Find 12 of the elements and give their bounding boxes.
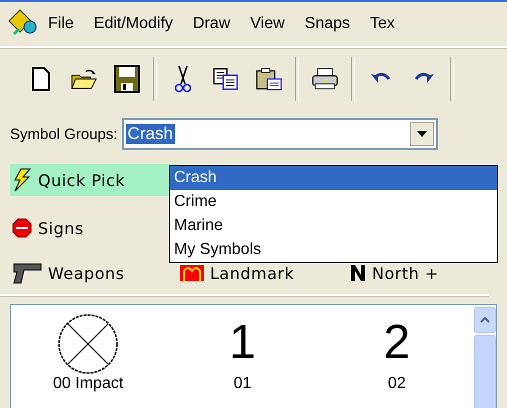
- category-label: Landmark: [210, 264, 294, 282]
- symbol-glyph: 2: [383, 315, 410, 371]
- symbol-label: 01: [234, 375, 252, 393]
- category-label: Weapons: [48, 264, 124, 282]
- field-label: Symbol Groups:: [10, 126, 118, 142]
- symbol-label: 00 Impact: [53, 375, 124, 393]
- symbol-label: 02: [388, 375, 406, 393]
- symbol-glyph: 1: [229, 315, 256, 371]
- selected-value: Crash: [126, 124, 175, 144]
- category-label: Quick Pick: [38, 170, 126, 190]
- category-label: Signs: [38, 218, 84, 238]
- category-label: North +: [372, 264, 439, 282]
